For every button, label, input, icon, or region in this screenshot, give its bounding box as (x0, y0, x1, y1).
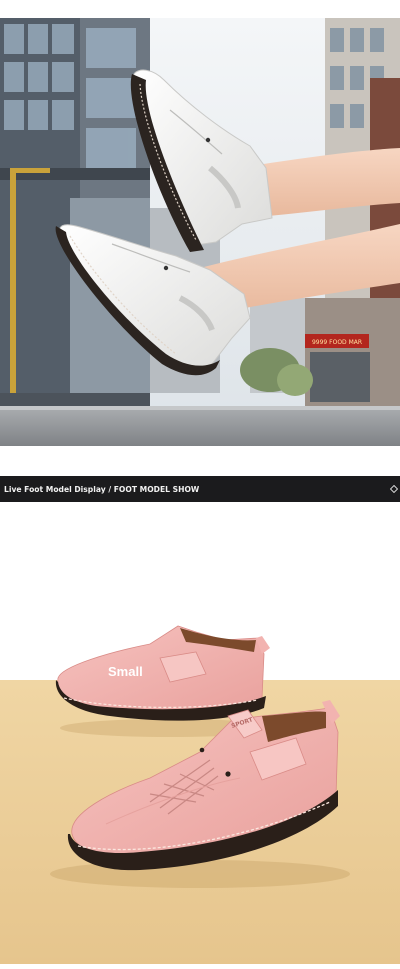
street-scene: 9999 FOOD MAR (0, 18, 400, 446)
banner-title: Live Foot Model Display / FOOT MODEL SHO… (4, 484, 200, 494)
street-photo: 9999 FOOD MAR (0, 18, 400, 446)
studio-scene: Small SPORT (0, 502, 400, 964)
bottom-margin (0, 964, 400, 969)
size-tag: Small (108, 664, 143, 679)
studio-photo: Small SPORT (0, 502, 400, 964)
diamond-outline-icon (390, 485, 398, 493)
section-banner: Live Foot Model Display / FOOT MODEL SHO… (0, 476, 400, 502)
storefront-sign: 9999 FOOD MAR (312, 339, 362, 346)
left-building (0, 18, 150, 415)
